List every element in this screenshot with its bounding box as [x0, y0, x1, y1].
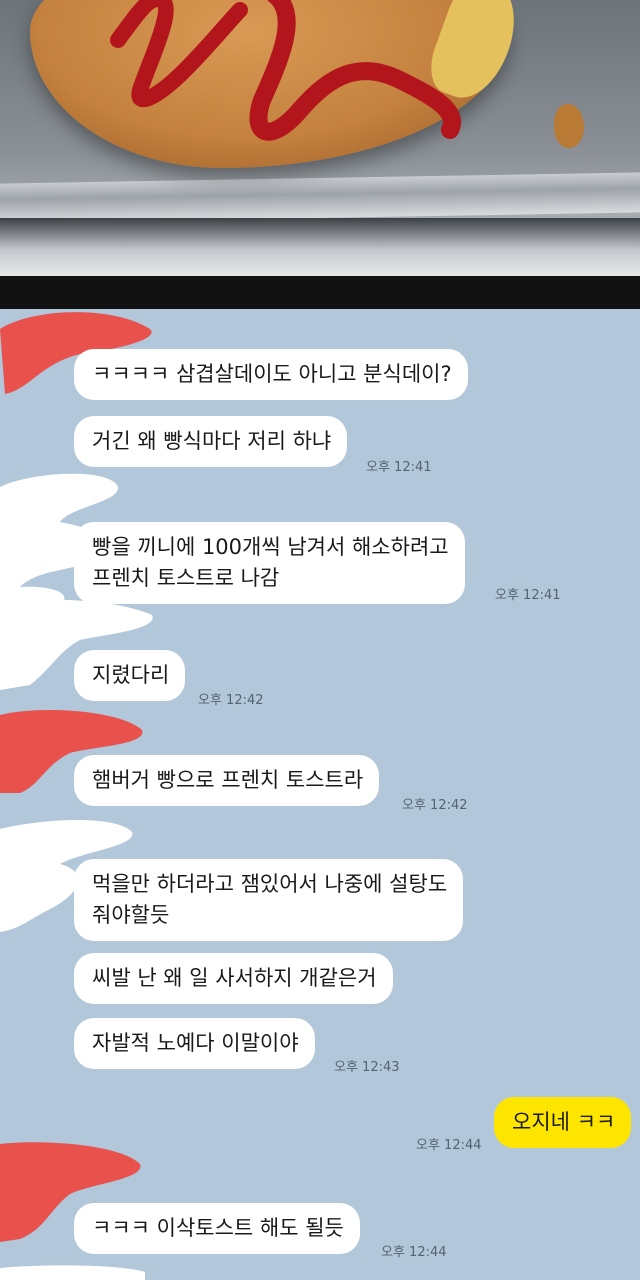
message-timestamp: 오후 12:44 [416, 1138, 482, 1153]
message-timestamp: 오후 12:41 [495, 588, 561, 603]
message-timestamp: 오후 12:42 [198, 693, 264, 708]
message-text-line: 프렌치 토스트로 나감 [92, 566, 280, 590]
message-timestamp: 오후 12:42 [402, 798, 468, 813]
message-text-line: 빵을 끼니에 100개씩 남겨서 해소하려고 [92, 535, 449, 559]
message-text-line: 먹을만 하더라고 잼있어서 나중에 설탕도 [92, 872, 448, 896]
food-photo[interactable] [0, 0, 640, 276]
message-text: ㅋㅋㅋ 이삭토스트 해도 될듯 [92, 1216, 344, 1240]
message-bubble[interactable]: ㅋㅋㅋ 이삭토스트 해도 될듯 [74, 1203, 360, 1254]
message-bubble[interactable]: 빵을 끼니에 100개씩 남겨서 해소하려고 프렌치 토스트로 나감 [74, 522, 465, 604]
message-timestamp: 오후 12:44 [381, 1245, 447, 1260]
chat-room[interactable]: ㅋㅋㅋㅋ 삼겹살데이도 아니고 분식데이? 거긴 왜 빵식마다 저리 하냐 오후… [0, 309, 640, 1280]
message-text: 지렸다리 [92, 663, 170, 687]
message-bubble[interactable]: 자발적 노예다 이말이야 [74, 1018, 315, 1069]
message-text: 햄버거 빵으로 프렌치 토스트라 [92, 768, 364, 792]
message-bubble[interactable]: 씨발 난 왜 일 사서하지 개같은거 [74, 953, 393, 1004]
message-text: 오지네 ㅋㅋ [512, 1110, 616, 1134]
message-text: 자발적 노예다 이말이야 [92, 1031, 299, 1055]
my-message-bubble[interactable]: 오지네 ㅋㅋ [494, 1097, 632, 1148]
message-timestamp: 오후 12:43 [334, 1060, 400, 1075]
message-bubble[interactable]: ㅋㅋㅋㅋ 삼겹살데이도 아니고 분식데이? [74, 349, 468, 400]
message-timestamp: 오후 12:41 [366, 460, 432, 475]
message-bubble[interactable]: 먹을만 하더라고 잼있어서 나중에 설탕도 줘야할듯 [74, 859, 464, 941]
message-bubble[interactable]: 거긴 왜 빵식마다 저리 하냐 [74, 416, 348, 467]
message-bubble[interactable]: 햄버거 빵으로 프렌치 토스트라 [74, 755, 380, 806]
ketchup-drizzle [110, 0, 461, 141]
message-bubble[interactable]: 지렸다리 [74, 650, 186, 701]
message-text: 거긴 왜 빵식마다 저리 하냐 [92, 429, 332, 453]
message-text: 씨발 난 왜 일 사서하지 개같은거 [92, 966, 377, 990]
redacted-profile-white-4 [0, 1265, 145, 1280]
photo-separator [0, 276, 640, 309]
message-text: ㅋㅋㅋㅋ 삼겹살데이도 아니고 분식데이? [92, 362, 452, 386]
message-text-line: 줘야할듯 [92, 903, 170, 927]
